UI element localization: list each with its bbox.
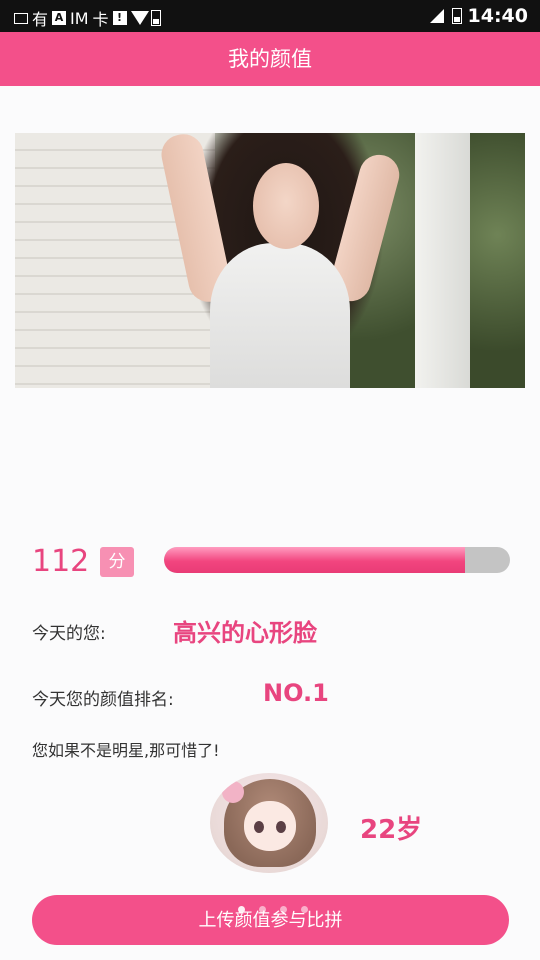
avatar <box>210 773 328 873</box>
rank-value: NO.1 <box>263 679 329 707</box>
pager-dot[interactable] <box>301 906 308 913</box>
app-icon: A <box>52 11 67 25</box>
score-value: 112 <box>32 544 90 579</box>
pager-dot[interactable] <box>280 906 287 913</box>
upload-button[interactable]: 上传颜值参与比拼 <box>32 895 509 945</box>
signal-icon <box>429 9 446 23</box>
status-text-3: 卡 <box>92 10 109 29</box>
sim-card-icon: ! <box>112 11 127 25</box>
battery-status-icon <box>451 8 462 24</box>
wifi-icon <box>130 11 149 25</box>
header: 我的颜值 <box>0 32 540 86</box>
clock: 14:40 <box>467 5 528 27</box>
score-progress-bar <box>164 547 510 573</box>
mood-label: 今天的您: <box>32 624 106 644</box>
pager-dot[interactable] <box>259 906 266 913</box>
pager-dots <box>238 906 308 913</box>
status-text-2: IM <box>70 8 89 28</box>
page-title: 我的颜值 <box>228 47 312 71</box>
score-unit-badge: 分 <box>100 547 134 577</box>
status-text-1: 有 <box>32 10 49 29</box>
photo-body <box>210 243 350 388</box>
photo-pillar <box>415 133 470 388</box>
photo-trees-right <box>470 133 525 388</box>
avatar-eye-left <box>254 821 264 833</box>
age-value: 22岁 <box>360 815 423 845</box>
rank-label: 今天您的颜值排名: <box>32 690 174 710</box>
battery-icon <box>150 10 161 26</box>
photo-face <box>253 163 319 249</box>
avatar-bow <box>222 781 244 803</box>
comment-text: 您如果不是明星,那可惜了! <box>32 741 220 760</box>
avatar-eye-right <box>276 821 286 833</box>
mood-value: 高兴的心形脸 <box>173 619 317 647</box>
avatar-face <box>244 801 296 851</box>
gallery-icon <box>14 12 28 24</box>
score-progress-fill <box>164 547 466 573</box>
pager-dot[interactable] <box>238 906 245 913</box>
status-bar: 有 A IM 卡 ! 14:40 <box>0 0 540 32</box>
face-photo[interactable] <box>15 133 525 388</box>
